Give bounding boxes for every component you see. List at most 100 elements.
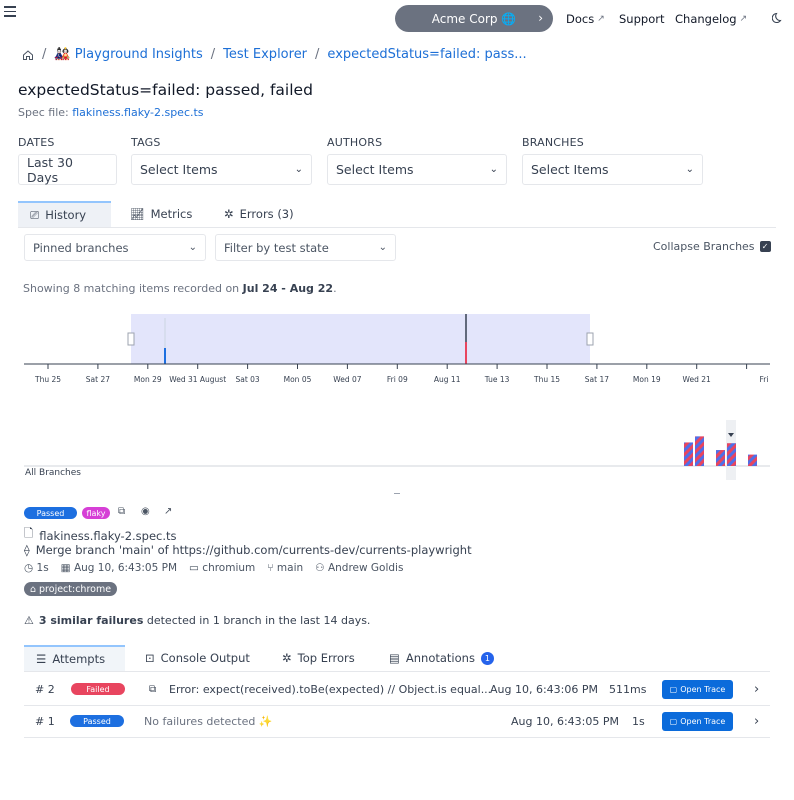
changelog-link[interactable]: Changelog ↗ <box>675 12 747 26</box>
tab-top-errors[interactable]: ✲ Top Errors <box>270 645 367 671</box>
showing-summary: Showing 8 matching items recorded on Jul… <box>23 282 337 295</box>
breadcrumb-test-explorer[interactable]: Test Explorer <box>223 47 307 62</box>
project-tag[interactable]: ⌂ project:chrome <box>24 582 118 596</box>
pinned-branches-select[interactable]: Pinned branches ⌄ <box>24 234 206 261</box>
passed-badge: Passed <box>24 507 77 519</box>
similar-failures-notice: ⚠ 3 similar failures detected in 1 branc… <box>24 614 370 627</box>
timeline-right-handle[interactable] <box>586 332 594 346</box>
timeline-tick-label: Fri <box>760 375 769 384</box>
spec-file-link[interactable]: flakiness.flaky-2.spec.ts <box>72 106 203 119</box>
pinned-branches-label: Pinned branches <box>33 240 129 255</box>
tab-annotations-label: Annotations <box>405 651 475 665</box>
history-icon: ⎚ <box>30 207 40 222</box>
breadcrumb-separator: / <box>210 47 216 62</box>
dark-mode-toggle[interactable] <box>771 11 784 26</box>
branch-value: main <box>276 562 304 574</box>
tab-annotations[interactable]: ▤ Annotations 1 <box>377 645 506 671</box>
histogram-bar[interactable] <box>748 454 757 466</box>
git-branch-icon: ⑂ <box>267 562 274 574</box>
external-link-icon[interactable]: ↗ <box>164 506 172 517</box>
changelog-label: Changelog <box>675 12 737 26</box>
tab-console-label: Console Output <box>160 651 250 665</box>
attempt-number: # 2 <box>35 682 55 696</box>
all-branches-label: All Branches <box>25 468 81 478</box>
tab-attempts-label: Attempts <box>52 652 106 666</box>
showing-range: Jul 24 - Aug 22 <box>242 282 334 295</box>
timeline-left-handle[interactable] <box>127 332 135 346</box>
run-meta: ◷ 1s ▦ Aug 10, 6:43:05 PM ▭ chromium ⑂ m… <box>24 562 403 574</box>
org-name: Acme Corp 🌐 <box>431 11 517 26</box>
branches-select[interactable]: Select Items ⌄ <box>522 154 703 185</box>
date-meta: ▦ Aug 10, 6:43:05 PM <box>61 562 177 574</box>
broadcast-icon[interactable]: ◉ <box>141 506 150 517</box>
breadcrumb: / 🎎 Playground Insights / Test Explorer … <box>22 47 527 62</box>
tab-attempts[interactable]: ☰ Attempts <box>24 645 125 671</box>
chevron-right-icon[interactable]: › <box>754 714 759 729</box>
attempt-date: Aug 10, 6:43:05 PM <box>511 714 619 728</box>
timeline-run-mark[interactable] <box>164 348 166 364</box>
tab-metrics[interactable]: 📈︎ Metrics <box>118 201 204 227</box>
failed-badge: Failed <box>71 683 125 695</box>
chevron-down-icon: ⌄ <box>378 242 387 253</box>
collapse-branches-label: Collapse Branches <box>653 240 755 253</box>
timeline-tick-label: Wed 31 August <box>169 375 226 384</box>
timeline-run-mark[interactable] <box>465 342 467 364</box>
collapse-branches-toggle[interactable]: Collapse Branches ✓ <box>653 240 771 253</box>
timeline-tick-label: Mon 05 <box>284 375 312 384</box>
note-icon: ▤ <box>389 651 400 665</box>
support-label: Support <box>619 12 665 26</box>
support-link[interactable]: Support <box>619 12 664 26</box>
test-state-select[interactable]: Filter by test state ⌄ <box>215 234 396 261</box>
attempt-row[interactable]: # 1 Passed No failures detected ✨ Aug 10… <box>24 705 770 737</box>
check-icon[interactable]: ✓ <box>759 241 771 252</box>
attempt-row[interactable]: # 2 Failed ⧉ Error: expect(received).toB… <box>24 673 770 705</box>
timeline-chart[interactable]: Thu 25 Sat 27 Mon 29 Wed 31 August Sat 03 Mon… <box>24 310 770 385</box>
timeline-selection[interactable] <box>131 314 590 364</box>
breadcrumb-test[interactable]: expectedStatus=failed: pass... <box>327 47 526 62</box>
branch-histogram[interactable] <box>24 400 770 480</box>
showing-prefix: Showing 8 matching items recorded on <box>23 282 243 295</box>
histogram-bar[interactable] <box>695 436 704 466</box>
open-trace-button[interactable]: ▢ Open Trace <box>662 711 733 731</box>
histogram-bar[interactable] <box>684 442 693 466</box>
tags-value: Select Items <box>140 162 218 177</box>
resize-handle[interactable] <box>394 493 400 494</box>
branches-label: BRANCHES <box>522 136 584 149</box>
open-trace-button[interactable]: ▢ Open Trace <box>662 679 733 699</box>
menu-icon[interactable] <box>4 6 16 17</box>
copy-icon[interactable]: ⧉ <box>149 684 156 695</box>
docs-link[interactable]: Docs ↗ <box>566 12 605 26</box>
dates-select[interactable]: Last 30 Days <box>18 154 117 185</box>
clock-icon: ◷ <box>24 562 34 574</box>
no-failures-message: No failures detected ✨ <box>144 714 273 728</box>
browser-value: chromium <box>202 562 256 574</box>
monitor-icon: ▭ <box>189 562 199 574</box>
tab-console-output[interactable]: ⊡ Console Output <box>133 645 262 671</box>
chevron-right-icon[interactable]: › <box>754 682 759 697</box>
chevron-down-icon: ⌄ <box>188 242 197 253</box>
breadcrumb-separator: / <box>315 47 320 62</box>
author-value: Andrew Goldis <box>327 562 404 574</box>
camera-icon[interactable]: ⧉ <box>118 506 125 517</box>
timeline-tick-label: Tue 13 <box>484 375 510 384</box>
org-switcher[interactable]: Acme Corp 🌐 › <box>395 5 553 32</box>
tab-history[interactable]: ⎚ History <box>18 201 111 227</box>
histogram-bar[interactable] <box>727 443 736 466</box>
tag-icon: ⌂ <box>30 583 37 595</box>
calendar-icon: ▦ <box>60 562 71 574</box>
dates-label: DATES <box>18 136 55 149</box>
tab-errors[interactable]: ✲ Errors (3) <box>212 201 306 227</box>
flaky-badge: flaky <box>82 507 110 519</box>
showing-suffix: . <box>333 282 337 295</box>
duration-value: 1s <box>36 562 49 574</box>
histogram-bar[interactable] <box>716 450 725 466</box>
timeline-tick-label: Sat 27 <box>86 375 110 384</box>
breadcrumb-project[interactable]: 🎎 Playground Insights <box>54 47 202 62</box>
home-icon[interactable] <box>22 49 34 61</box>
tab-top-errors-label: Top Errors <box>297 651 355 665</box>
tags-select[interactable]: Select Items ⌄ <box>131 154 312 185</box>
attempt-duration: 1s <box>632 714 645 728</box>
timeline-tick-label: Aug 11 <box>434 375 461 384</box>
authors-select[interactable]: Select Items ⌄ <box>327 154 507 185</box>
tabs-divider <box>18 227 776 228</box>
